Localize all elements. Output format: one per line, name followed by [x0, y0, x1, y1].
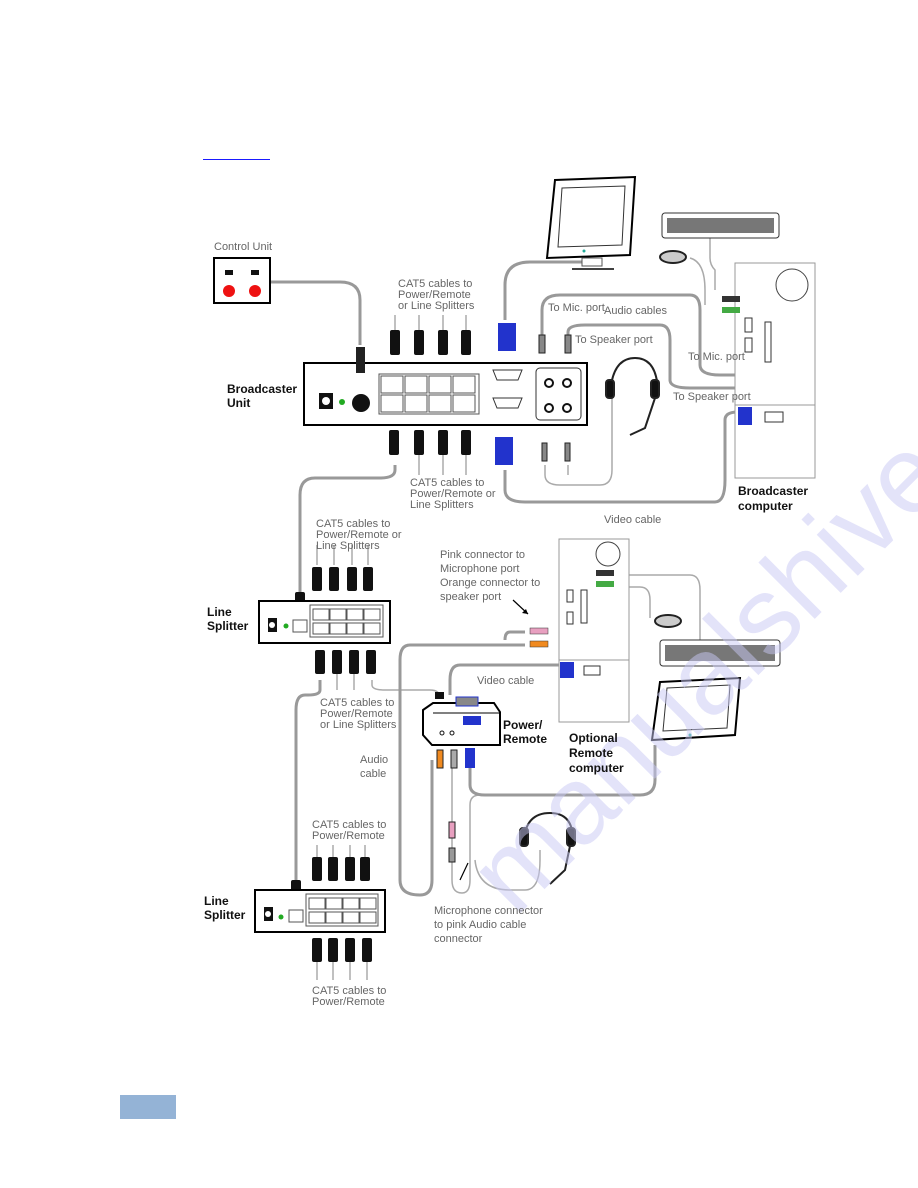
label-line-splitter-1: Line Splitter [207, 605, 249, 633]
audio-plug-icon [538, 334, 546, 354]
label-power-remote: Power/Remote [503, 718, 547, 746]
label-to-mic-2: To Mic. port [688, 351, 745, 363]
label-to-mic-1: To Mic. port [548, 302, 605, 314]
label-cat5-splitter1-bottom: CAT5 cables to Power/Remote or Line Splitt… [320, 697, 397, 731]
label-audio-cable: Audio cable [360, 754, 388, 780]
label-broadcaster-unit: Broadcaster Unit [227, 382, 297, 410]
mouse-icon [659, 250, 687, 264]
control-unit [213, 257, 271, 304]
label-cat5-splitter1-top: CAT5 cables to Power/Remote or Line Splitt… [316, 518, 402, 552]
control-button-icon [223, 285, 235, 297]
label-audio-cables: Audio cables [604, 305, 667, 317]
line-splitter-1 [258, 600, 391, 644]
label-video-cable-1: Video cable [604, 514, 661, 526]
headset-icon [605, 356, 660, 436]
connection-diagram: manualshive.com Control Unit Broadcaster… [204, 175, 918, 1008]
audio-plug-icon [564, 442, 571, 462]
label-cat5-below-broadcaster: CAT5 cables to Power/Remote or Line Splitt… [410, 477, 496, 511]
control-button-icon [249, 285, 261, 297]
broadcaster-computer-tower [722, 262, 816, 479]
orange-connector-icon [529, 640, 549, 648]
label-pink-orange: Pink connector to Microphone port Orange c… [440, 549, 540, 603]
monitor-icon [545, 175, 637, 270]
power-remote-unit [422, 692, 501, 769]
label-cat5-splitter2-top: CAT5 cables to Power/Remote [312, 819, 386, 842]
label-cat5-top: CAT5 cables to Power/Remote or Line Splitt… [398, 278, 475, 312]
vga-plug-icon [495, 437, 513, 465]
label-video-cable-2: Video cable [477, 675, 534, 687]
pink-connector-icon [448, 821, 456, 839]
label-line-splitter-2: Line Splitter [204, 894, 246, 922]
page-number-tab [120, 1095, 176, 1119]
label-cat5-splitter2-bottom: CAT5 cables to Power/Remote [312, 985, 386, 1008]
vga-plug-icon [498, 323, 516, 351]
line-splitter-2 [254, 889, 386, 933]
watermark: manualshive.com [445, 243, 918, 935]
control-plug-icon [356, 347, 365, 373]
pink-connector-icon [529, 627, 549, 635]
label-to-speaker-2: To Speaker port [673, 391, 751, 403]
label-to-speaker-1: To Speaker port [575, 334, 653, 346]
audio-plug-icon [541, 442, 548, 462]
label-control-unit: Control Unit [214, 241, 272, 253]
audio-plug-icon [564, 334, 572, 354]
broadcaster-unit [303, 347, 588, 426]
